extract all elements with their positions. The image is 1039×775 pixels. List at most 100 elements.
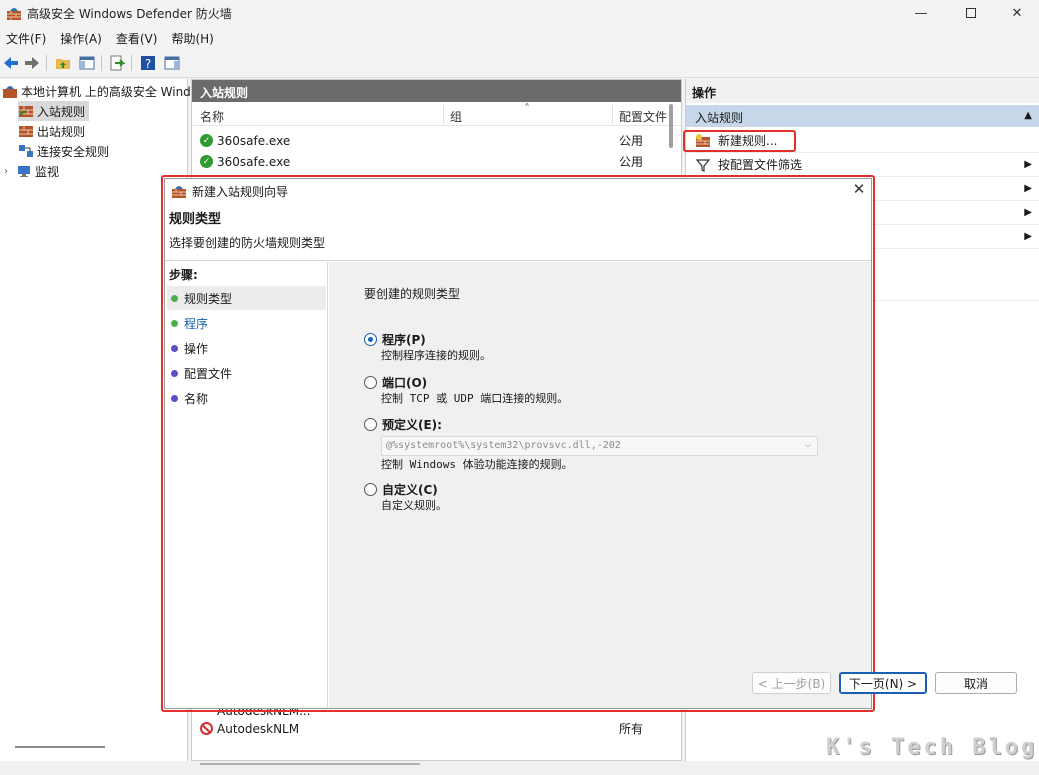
- step-rule-type[interactable]: 规则类型: [167, 286, 326, 310]
- wizard-steps: 步骤: 规则类型 程序 操作 配置文件 名称: [165, 262, 328, 708]
- radio-port[interactable]: [364, 376, 377, 389]
- table-row[interactable]: ✓ 360safe.exe 公用: [192, 151, 662, 172]
- tree-item-label: 出站规则: [37, 124, 86, 139]
- allowed-check-icon: ✓: [200, 134, 213, 147]
- option-description: 自定义规则。: [381, 499, 447, 512]
- show-hide-tree-icon[interactable]: [78, 54, 96, 72]
- export-list-icon[interactable]: [108, 54, 126, 72]
- up-folder-icon[interactable]: [54, 54, 72, 72]
- column-profile[interactable]: 配置文件: [619, 108, 667, 125]
- wizard-close-button[interactable]: ✕: [849, 180, 869, 200]
- toolbar-separator: [101, 55, 102, 71]
- submenu-arrow-icon: ▶: [1024, 207, 1032, 218]
- toolbar-separator: [131, 55, 132, 71]
- back-arrow-icon[interactable]: [2, 54, 20, 72]
- tree-item-label: 连接安全规则: [37, 144, 110, 159]
- rule-type-prompt: 要创建的规则类型: [364, 287, 461, 301]
- list-vertical-scrollbar[interactable]: [669, 104, 673, 148]
- rule-profile: 公用: [619, 134, 644, 148]
- option-custom[interactable]: 自定义(C): [364, 481, 438, 498]
- actions-section-label: 入站规则: [695, 111, 744, 125]
- status-bar: [0, 761, 1039, 775]
- step-dot-icon: [171, 394, 178, 402]
- table-row[interactable]: ✓ 360safe.exe 公用: [192, 130, 662, 151]
- wizard-divider: [165, 260, 871, 261]
- inbound-rules-icon: [19, 106, 33, 117]
- action-filter-by-profile[interactable]: 按配置文件筛选 ▶: [686, 153, 1039, 177]
- close-icon: ✕: [852, 180, 866, 198]
- close-button[interactable]: ✕: [994, 0, 1039, 26]
- rule-name: AutodeskNLM: [217, 721, 300, 736]
- menu-action[interactable]: 操作(A): [54, 27, 110, 49]
- minimize-button[interactable]: —: [898, 0, 944, 26]
- monitoring-icon: [18, 166, 30, 177]
- tree-item-outbound-rules[interactable]: 出站规则: [18, 121, 85, 141]
- option-description: 控制程序连接的规则。: [381, 349, 491, 362]
- new-inbound-rule-wizard: 新建入站规则向导 ✕ 规则类型 选择要创建的防火墙规则类型 步骤: 规则类型 程…: [164, 178, 1017, 709]
- option-label: 端口(O): [382, 376, 428, 390]
- wizard-heading: 规则类型: [169, 212, 222, 227]
- column-divider[interactable]: [612, 106, 613, 124]
- step-name[interactable]: 名称: [167, 386, 326, 410]
- outbound-rules-icon: [19, 126, 33, 137]
- table-row[interactable]: AutodeskNLM 所有: [192, 718, 662, 739]
- option-label: 程序(P): [382, 333, 426, 347]
- rule-name: 360safe.exe: [217, 133, 291, 148]
- step-label: 操作: [184, 341, 209, 356]
- new-rule-highlight-box: [683, 130, 796, 152]
- tree-root-label: 本地计算机 上的高级安全 Windows: [21, 84, 215, 99]
- help-icon[interactable]: ?: [139, 54, 157, 72]
- column-group[interactable]: 组: [450, 108, 462, 125]
- menu-file[interactable]: 文件(F): [0, 27, 54, 49]
- firewall-icon: [3, 86, 17, 98]
- rule-profile: 所有: [619, 722, 644, 736]
- collapse-up-icon[interactable]: ▲: [1024, 110, 1032, 121]
- step-dot-icon: [171, 344, 178, 352]
- step-action[interactable]: 操作: [167, 336, 326, 360]
- sort-caret-icon: ˄: [524, 102, 530, 116]
- rule-name: 360safe.exe: [217, 154, 291, 169]
- option-program[interactable]: 程序(P): [364, 331, 426, 348]
- chevron-right-icon[interactable]: ›: [4, 166, 16, 177]
- step-dot-icon: [171, 319, 178, 327]
- list-horizontal-scrollbar[interactable]: [200, 763, 420, 765]
- maximize-button[interactable]: [948, 0, 994, 26]
- option-label: 预定义(E):: [382, 418, 442, 432]
- tree-root[interactable]: 本地计算机 上的高级安全 Windows: [2, 81, 214, 101]
- window-title: 高级安全 Windows Defender 防火墙: [27, 7, 232, 21]
- radio-predefined[interactable]: [364, 418, 377, 431]
- minimize-icon: —: [914, 5, 928, 21]
- firewall-app-icon: [7, 8, 21, 20]
- option-predefined[interactable]: 预定义(E):: [364, 416, 442, 433]
- option-port[interactable]: 端口(O): [364, 374, 427, 391]
- allowed-check-icon: ✓: [200, 155, 213, 168]
- blocked-icon: [200, 722, 213, 735]
- step-program[interactable]: 程序: [167, 311, 326, 335]
- submenu-arrow-icon: ▶: [1024, 183, 1032, 194]
- back-button[interactable]: < 上一步(B): [752, 672, 831, 694]
- wizard-content: 要创建的规则类型 程序(P) 控制程序连接的规则。 端口(O) 控制 TCP 或…: [329, 262, 1017, 708]
- step-label: 程序: [184, 316, 209, 331]
- maximize-icon: [966, 8, 976, 18]
- tree-item-monitoring[interactable]: › 监视: [4, 161, 59, 181]
- radio-custom[interactable]: [364, 483, 377, 496]
- column-name[interactable]: 名称: [200, 108, 224, 125]
- tree-item-inbound-rules[interactable]: 入站规则: [18, 101, 90, 121]
- watermark: K's Tech Blog: [826, 735, 1038, 760]
- actions-section-inbound[interactable]: 入站规则 ▲: [686, 105, 1039, 127]
- tree-horizontal-scrollbar[interactable]: [15, 746, 105, 748]
- cancel-button[interactable]: 取消: [935, 672, 1017, 694]
- menu-view[interactable]: 查看(V): [110, 27, 166, 49]
- tree-item-connection-security-rules[interactable]: 连接安全规则: [18, 141, 109, 161]
- show-action-pane-icon[interactable]: [163, 54, 181, 72]
- column-divider[interactable]: [443, 106, 444, 124]
- next-button[interactable]: 下一页(N) >: [839, 672, 927, 694]
- forward-arrow-icon[interactable]: [23, 54, 41, 72]
- radio-program[interactable]: [364, 333, 377, 346]
- step-profile[interactable]: 配置文件: [167, 361, 326, 385]
- predefined-select[interactable]: @%systemroot%\system32\provsvc.dll,-202 …: [381, 436, 818, 456]
- toolbar-separator: [46, 55, 47, 71]
- menu-help[interactable]: 帮助(H): [165, 27, 221, 49]
- rule-profile: 公用: [619, 155, 644, 169]
- wizard-title-bar: 新建入站规则向导 ✕: [165, 179, 871, 203]
